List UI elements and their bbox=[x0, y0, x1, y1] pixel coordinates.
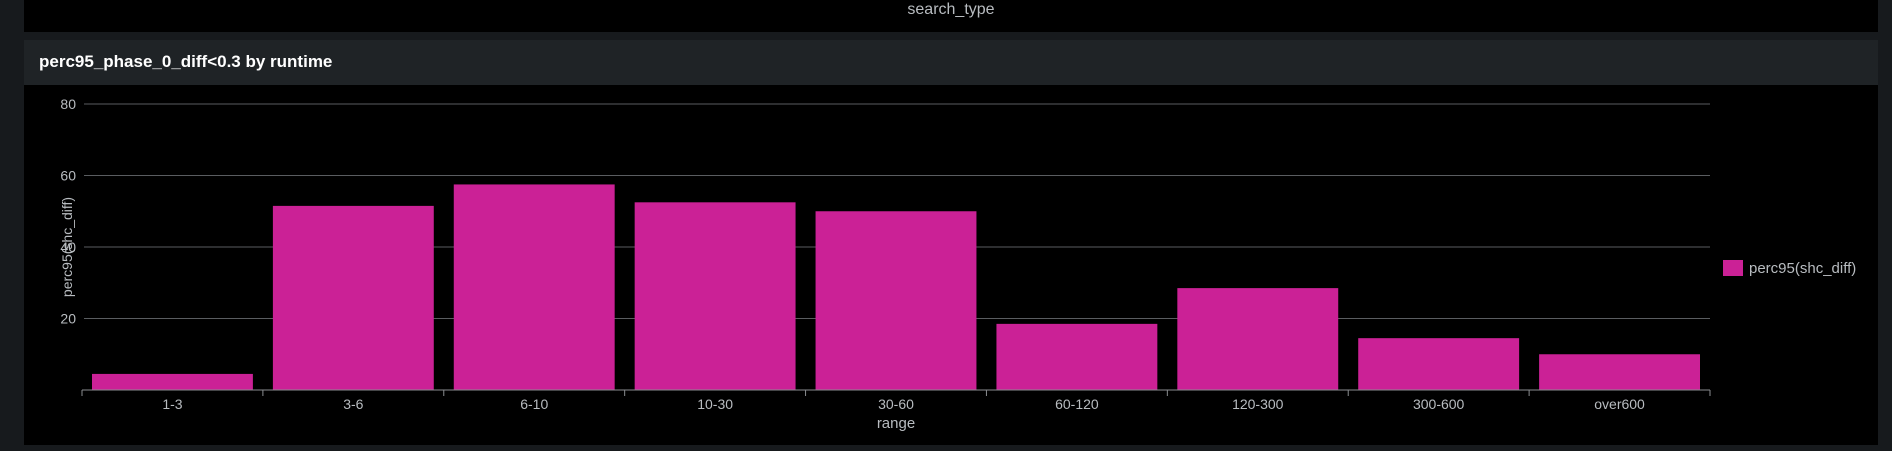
bar-300-600[interactable] bbox=[1358, 338, 1520, 390]
bar-6-10[interactable] bbox=[453, 184, 615, 390]
bar-1-3[interactable] bbox=[92, 373, 253, 390]
previous-panel-footer: search_type bbox=[24, 0, 1878, 32]
y-tick-label: 60 bbox=[60, 168, 76, 184]
x-tick-label: 6-10 bbox=[520, 396, 548, 412]
bar-10-30[interactable] bbox=[634, 202, 796, 390]
bar-chart: 20406080 1-3 3-6 6-10 10-30 30-60 60-120 120-3… bbox=[59, 96, 1856, 432]
x-axis-label: range bbox=[877, 415, 915, 432]
legend-label: perc95(shc_diff) bbox=[1749, 260, 1856, 277]
x-tick-label: 60-120 bbox=[1055, 396, 1099, 412]
x-tick-label: 10-30 bbox=[697, 396, 733, 412]
x-tick-label: 30-60 bbox=[878, 396, 914, 412]
x-tick-label: 300-600 bbox=[1413, 396, 1465, 412]
chart-panel: perc95_phase_0_diff<0.3 by runtime 20 40 6… bbox=[24, 40, 1878, 445]
bar-120-300[interactable] bbox=[1177, 288, 1339, 390]
bar-3-6[interactable] bbox=[272, 205, 434, 390]
x-tick-label: 1-3 bbox=[162, 396, 182, 412]
y-tick-label: 20 bbox=[60, 311, 76, 327]
x-tick-label: 120-300 bbox=[1232, 396, 1284, 412]
legend-swatch bbox=[1723, 260, 1743, 276]
x-tick-label: over600 bbox=[1594, 396, 1645, 412]
bar-over600[interactable] bbox=[1539, 354, 1700, 390]
y-axis-label: perc95(shc_diff) bbox=[59, 197, 75, 297]
legend[interactable]: perc95(shc_diff) bbox=[1723, 260, 1856, 277]
y-tick-label: 80 bbox=[60, 96, 76, 112]
x-axis: 1-3 3-6 6-10 10-30 30-60 60-120 120-300 300-600… bbox=[81, 389, 1711, 412]
bar-30-60[interactable] bbox=[815, 211, 977, 390]
x-tick-label: 3-6 bbox=[343, 396, 363, 412]
bars bbox=[92, 184, 1700, 390]
previous-chart-x-axis-label: search_type bbox=[907, 1, 995, 18]
bar-60-120[interactable] bbox=[996, 323, 1158, 390]
